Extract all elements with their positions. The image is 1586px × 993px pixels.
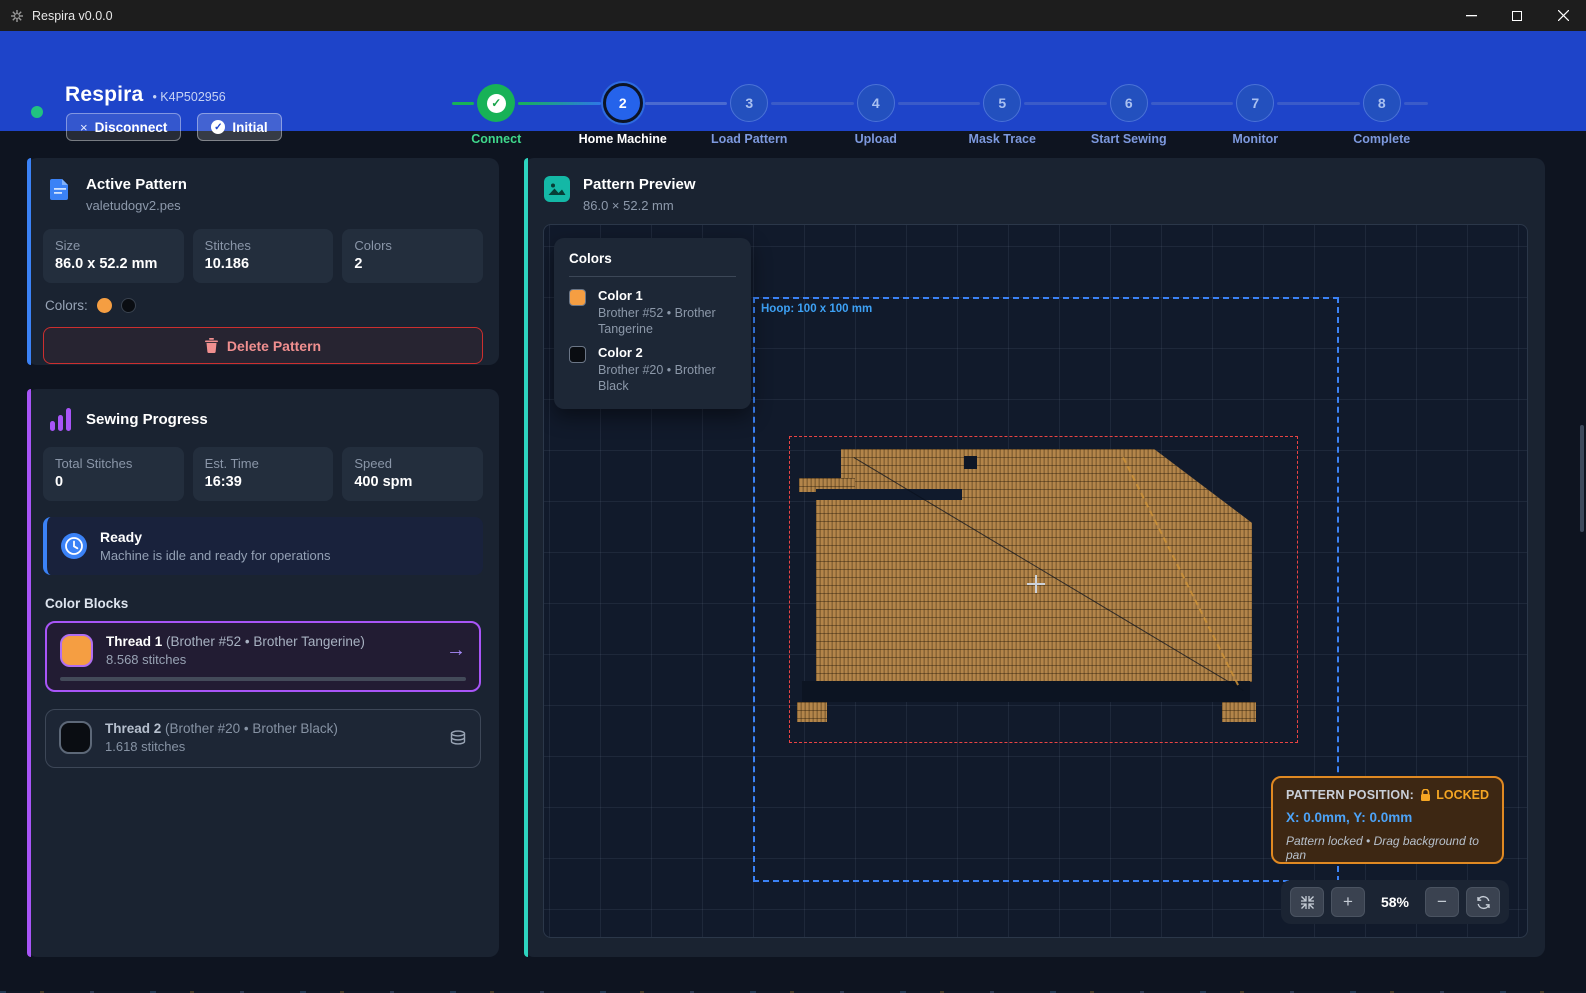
check-circle-icon: ✓ [211, 120, 225, 134]
zoom-out-button[interactable]: − [1425, 887, 1459, 917]
pattern-position-overlay: PATTERN POSITION: LOCKED X: 0.0mm, Y: 0.… [1271, 776, 1504, 864]
preview-dimensions: 86.0 × 52.2 mm [583, 198, 696, 213]
position-hint: Pattern locked • Drag background to pan [1286, 834, 1489, 862]
file-icon [47, 176, 73, 202]
clock-icon [61, 533, 87, 559]
thread-block-1[interactable]: Thread 1 (Brother #52 • Brother Tangerin… [45, 621, 481, 692]
app-header: Respira • K4P502956 × Disconnect ✓ Initi… [0, 31, 1586, 131]
stat-speed: Speed 400 spm [342, 447, 483, 501]
maximize-button[interactable] [1494, 0, 1540, 31]
color-dot-1 [97, 298, 112, 313]
brand-name: Respira [65, 83, 143, 107]
step-start-sewing[interactable]: 6 Start Sewing [1066, 81, 1193, 146]
refresh-icon [1476, 895, 1491, 910]
position-label: PATTERN POSITION: [1286, 788, 1414, 802]
pattern-bounds [789, 436, 1298, 743]
step-mask-trace[interactable]: 5 Mask Trace [939, 81, 1066, 146]
sewing-progress-card: Sewing Progress Total Stitches 0 Est. Ti… [27, 389, 499, 957]
app-icon [10, 9, 24, 23]
thread-1-progress-bar [60, 677, 466, 681]
step-complete[interactable]: 8 Complete [1319, 81, 1446, 146]
trash-icon [205, 338, 218, 353]
machine-status-banner: Ready Machine is idle and ready for oper… [43, 517, 483, 575]
arrow-right-icon: → [446, 639, 466, 662]
thread-2-swatch [59, 721, 92, 754]
colors-legend-title: Colors [569, 251, 736, 266]
step-home-machine[interactable]: 2 Home Machine [560, 81, 687, 146]
reset-view-button[interactable] [1466, 887, 1500, 917]
disconnect-icon: × [80, 120, 88, 135]
title-bar: Respira v0.0.0 [0, 0, 1586, 31]
disconnect-button[interactable]: × Disconnect [66, 113, 181, 141]
bar-chart-icon [47, 407, 73, 431]
color-dot-2 [121, 298, 136, 313]
thread-block-2[interactable]: Thread 2 (Brother #20 • Brother Black) 1… [45, 709, 481, 768]
legend-swatch-2 [569, 346, 586, 363]
active-pattern-card: Active Pattern valetudogv2.pes Size 86.0… [27, 158, 499, 365]
sewing-progress-title: Sewing Progress [86, 411, 208, 428]
color-blocks-label: Color Blocks [27, 596, 499, 611]
step-upload[interactable]: 4 Upload [813, 81, 940, 146]
maximize-icon [1512, 11, 1522, 21]
fit-view-button[interactable] [1290, 887, 1324, 917]
zoom-in-button[interactable]: + [1331, 887, 1365, 917]
position-coordinates: X: 0.0mm, Y: 0.0mm [1286, 810, 1489, 825]
stat-colors: Colors 2 [342, 229, 483, 283]
workflow-stepper: ✓ Connect 2 Home Machine 3 Load Pattern … [433, 81, 1445, 146]
hoop-label: Hoop: 100 x 100 mm [761, 303, 872, 315]
step-monitor[interactable]: 7 Monitor [1192, 81, 1319, 146]
stat-stitches: Stitches 10.186 [193, 229, 334, 283]
app-window: Respira v0.0.0 Respira • K4P502956 × Dis… [0, 0, 1586, 993]
preview-title: Pattern Preview [583, 176, 696, 193]
pattern-filename: valetudogv2.pes [86, 198, 187, 213]
step-load-pattern[interactable]: 3 Load Pattern [686, 81, 813, 146]
minimize-button[interactable] [1448, 0, 1494, 31]
connection-status-dot [31, 106, 43, 118]
initial-button[interactable]: ✓ Initial [197, 113, 281, 141]
lock-icon [1420, 789, 1431, 802]
status-title: Ready [100, 529, 331, 545]
compress-icon [1300, 895, 1315, 910]
pattern-preview-card: Pattern Preview 86.0 × 52.2 mm Hoop: 100… [524, 158, 1545, 957]
zoom-toolbar: + 58% − [1281, 880, 1509, 924]
step-done-icon: ✓ [477, 84, 515, 122]
stat-est-time: Est. Time 16:39 [193, 447, 334, 501]
window-title: Respira v0.0.0 [32, 9, 113, 23]
locked-badge: LOCKED [1420, 788, 1489, 802]
close-button[interactable] [1540, 0, 1586, 31]
pattern-canvas[interactable]: Hoop: 100 x 100 mm Colors [543, 224, 1528, 938]
status-description: Machine is idle and ready for operations [100, 548, 331, 563]
active-pattern-title: Active Pattern [86, 176, 187, 193]
colors-legend-panel: Colors Color 1 Brother #52 • Brother Tan… [554, 238, 751, 409]
colors-label: Colors: [45, 298, 88, 313]
zoom-level: 58% [1372, 894, 1418, 910]
machine-serial: • K4P502956 [152, 90, 225, 104]
thread-1-swatch [60, 634, 93, 667]
legend-color-2: Color 2 Brother #20 • Brother Black [569, 345, 736, 394]
image-icon [544, 176, 570, 202]
stat-total-stitches: Total Stitches 0 [43, 447, 184, 501]
legend-color-1: Color 1 Brother #52 • Brother Tangerine [569, 288, 736, 337]
delete-pattern-button[interactable]: Delete Pattern [43, 327, 483, 364]
layers-stack-icon [449, 729, 467, 747]
stat-size: Size 86.0 x 52.2 mm [43, 229, 184, 283]
page-scrollbar[interactable] [1580, 425, 1584, 532]
legend-swatch-1 [569, 289, 586, 306]
step-connect[interactable]: ✓ Connect [433, 81, 560, 146]
